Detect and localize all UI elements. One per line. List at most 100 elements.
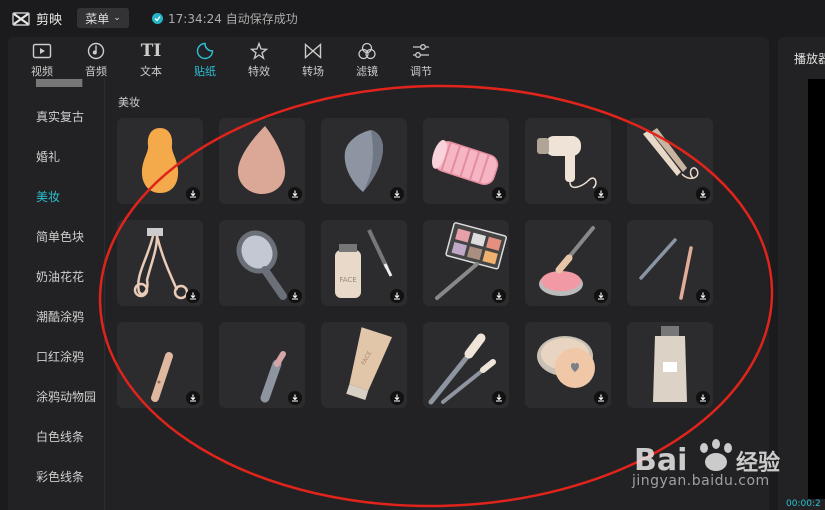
download-icon[interactable] <box>696 187 710 201</box>
download-icon[interactable] <box>594 391 608 405</box>
tab-bar: 视频 音频 TI 文本 贴纸 特效 转场 滤镜 调节 <box>8 37 769 79</box>
tab-effects[interactable]: 特效 <box>237 37 281 79</box>
sticker-card[interactable] <box>525 322 611 408</box>
download-icon[interactable] <box>594 187 608 201</box>
sidebar-item-white-lines[interactable]: 白色线条 <box>8 428 104 445</box>
sidebar-item-label: 真实复古 <box>36 110 85 124</box>
sticker-card[interactable] <box>423 220 509 306</box>
sidebar-item-label: 白色线条 <box>36 430 85 444</box>
sidebar-item-label: 简单色块 <box>36 230 85 244</box>
watermark-url: jingyan.baidu.com <box>632 473 770 489</box>
clipped-sidebar-item: █████ <box>36 79 83 87</box>
sticker-card[interactable] <box>627 322 713 408</box>
tab-label: 调节 <box>410 65 432 78</box>
capcut-logo-icon <box>12 11 30 26</box>
player-preview <box>808 79 825 499</box>
chevron-down-icon: ⌄ <box>113 13 121 23</box>
sticker-card[interactable] <box>321 118 407 204</box>
download-icon[interactable] <box>186 391 200 405</box>
sidebar-item-cool-graffiti[interactable]: 潮酷涂鸦 <box>8 308 104 325</box>
video-icon <box>30 39 54 63</box>
menu-button[interactable]: 菜单 ⌄ <box>77 8 129 28</box>
sidebar-item-label: 涂鸦动物园 <box>36 390 97 404</box>
effects-icon <box>247 39 271 63</box>
sidebar-item-retro[interactable]: 真实复古 <box>8 108 104 125</box>
sticker-card[interactable] <box>117 322 203 408</box>
audio-icon <box>84 39 108 63</box>
section-title: 美妆 <box>118 96 140 109</box>
menu-label: 菜单 <box>85 11 110 26</box>
sticker-icon <box>193 39 217 63</box>
tab-text[interactable]: TI 文本 <box>129 37 173 79</box>
download-icon[interactable] <box>492 289 506 303</box>
player-panel: 播放器 00:00:2 <box>778 37 825 510</box>
sticker-card[interactable] <box>219 220 305 306</box>
download-icon[interactable] <box>594 289 608 303</box>
app-name: 剪映 <box>36 13 63 28</box>
download-icon[interactable] <box>288 187 302 201</box>
check-icon <box>152 13 163 24</box>
tab-filter[interactable]: 滤镜 <box>345 37 389 79</box>
autosave-status: 17:34:24 自动保存成功 <box>152 10 298 27</box>
download-icon[interactable] <box>696 391 710 405</box>
download-icon[interactable] <box>186 187 200 201</box>
sticker-category-sidebar: █████ 真实复古 婚礼 美妆 简单色块 奶油花花 潮酷涂鸦 口红涂鸦 涂鸦动… <box>8 79 105 510</box>
sidebar-item-beauty[interactable]: 美妆 <box>8 188 104 205</box>
tab-label: 贴纸 <box>194 65 216 78</box>
sticker-card[interactable] <box>219 322 305 408</box>
download-icon[interactable] <box>186 289 200 303</box>
sidebar-item-cream-flowers[interactable]: 奶油花花 <box>8 268 104 285</box>
sidebar-item-animal-graffiti[interactable]: 涂鸦动物园 <box>8 388 104 405</box>
sidebar-item-label: 彩色线条 <box>36 470 85 484</box>
download-icon[interactable] <box>390 187 404 201</box>
download-icon[interactable] <box>288 289 302 303</box>
sidebar-item-color-block[interactable]: 简单色块 <box>8 228 104 245</box>
sticker-card[interactable] <box>219 118 305 204</box>
tab-label: 滤镜 <box>356 65 378 78</box>
sidebar-item-label: 口红涂鸦 <box>36 350 85 364</box>
sticker-card[interactable] <box>627 220 713 306</box>
sidebar-item-label: 美妆 <box>36 190 61 204</box>
download-icon[interactable] <box>696 289 710 303</box>
sidebar-item-lipstick-graffiti[interactable]: 口红涂鸦 <box>8 348 104 365</box>
transition-icon <box>301 39 325 63</box>
download-icon[interactable] <box>492 187 506 201</box>
sticker-card[interactable] <box>117 220 203 306</box>
download-icon[interactable] <box>288 391 302 405</box>
download-icon[interactable] <box>390 289 404 303</box>
tab-label: 转场 <box>302 65 324 78</box>
sidebar-item-label: 潮酷涂鸦 <box>36 310 85 324</box>
sticker-card[interactable] <box>627 118 713 204</box>
tab-video[interactable]: 视频 <box>20 37 64 79</box>
tab-transition[interactable]: 转场 <box>291 37 335 79</box>
sticker-card[interactable] <box>117 118 203 204</box>
text-icon: TI <box>140 41 162 61</box>
download-icon[interactable] <box>390 391 404 405</box>
player-title: 播放器 <box>794 52 825 66</box>
tab-label: 音频 <box>85 65 107 78</box>
sticker-card[interactable] <box>423 322 509 408</box>
tab-adjust[interactable]: 调节 <box>399 37 443 79</box>
sticker-card[interactable] <box>423 118 509 204</box>
tab-label: 视频 <box>31 65 53 78</box>
sidebar-item-wedding[interactable]: 婚礼 <box>8 148 104 165</box>
sticker-card[interactable] <box>525 220 611 306</box>
tab-label: 文本 <box>140 65 162 78</box>
top-bar: 剪映 菜单 ⌄ 17:34:24 自动保存成功 <box>0 0 825 36</box>
player-time: 00:00:2 <box>786 499 821 509</box>
download-icon[interactable] <box>492 391 506 405</box>
filter-icon <box>355 39 379 63</box>
sticker-card[interactable]: FACE <box>321 322 407 408</box>
adjust-icon <box>409 39 433 63</box>
status-text: 17:34:24 自动保存成功 <box>168 12 298 26</box>
svg-text:FACE: FACE <box>339 276 356 284</box>
sticker-card[interactable] <box>525 118 611 204</box>
tab-label: 特效 <box>248 65 270 78</box>
sidebar-item-label: 奶油花花 <box>36 270 85 284</box>
app-logo: 剪映 <box>12 9 62 28</box>
sidebar-item-label: 婚礼 <box>36 150 61 164</box>
sidebar-item-color-lines[interactable]: 彩色线条 <box>8 468 104 485</box>
tab-sticker[interactable]: 贴纸 <box>183 37 227 79</box>
tab-audio[interactable]: 音频 <box>74 37 118 79</box>
sticker-card[interactable]: FACE <box>321 220 407 306</box>
